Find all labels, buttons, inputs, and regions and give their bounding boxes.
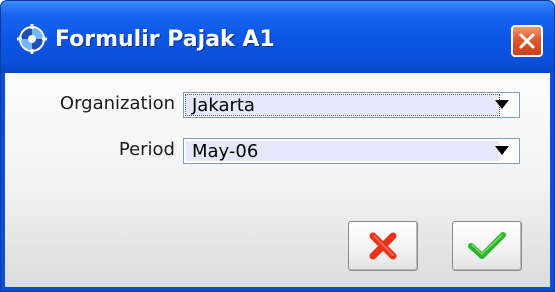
close-icon (519, 33, 535, 49)
dialog-window: Formulir Pajak A1 Organization Jakarta P… (0, 0, 555, 292)
ok-button[interactable] (452, 221, 522, 271)
close-button[interactable] (511, 25, 543, 57)
organization-label: Organization (59, 93, 175, 114)
period-label: Period (118, 139, 175, 160)
period-field[interactable]: May-06 (186, 141, 499, 162)
chevron-down-icon[interactable] (495, 146, 509, 155)
organization-select[interactable]: Jakarta (183, 92, 520, 118)
period-value: May-06 (192, 141, 259, 162)
gear-globe-icon (17, 24, 47, 54)
dialog-body: Organization Jakarta Period May-06 (5, 73, 550, 287)
organization-field[interactable]: Jakarta (185, 94, 500, 116)
chevron-down-icon[interactable] (495, 100, 509, 109)
red-x-icon (369, 232, 397, 260)
window-title: Formulir Pajak A1 (55, 27, 275, 52)
organization-value: Jakarta (192, 95, 255, 116)
green-check-icon (468, 232, 506, 259)
period-select[interactable]: May-06 (183, 138, 520, 164)
cancel-button[interactable] (348, 221, 418, 271)
window-border-bottom (1, 287, 554, 291)
title-bar[interactable]: Formulir Pajak A1 (1, 1, 554, 73)
